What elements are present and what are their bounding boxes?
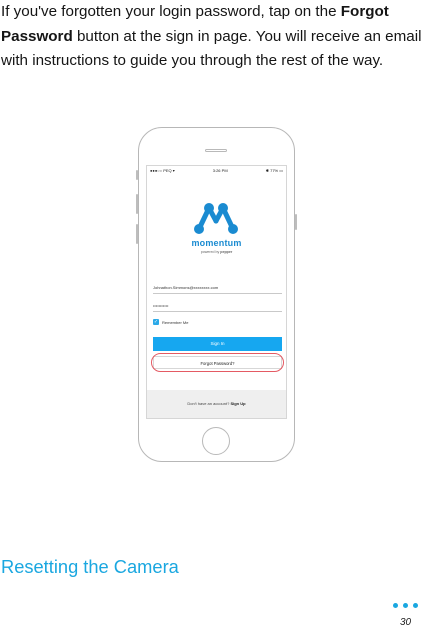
sign-up-link[interactable]: Sign Up [230,401,245,406]
status-time: 3:26 PM [212,168,228,173]
section-heading: Resetting the Camera [1,556,179,577]
signup-footer: Don't have an account? Sign Up [147,390,286,418]
momentum-logo-icon [194,203,238,234]
page-dots-decoration [393,603,418,608]
phone-volume-down [136,224,138,244]
dot-3 [413,603,418,608]
intro-paragraph: If you've forgotten your login password,… [1,0,423,74]
carrier-signal: ●●●○○ PEQ ▾ [150,168,175,173]
remember-me-label: Remember Me [162,319,189,325]
page-number: 30 [400,617,412,628]
powered-by-label: powered by pepper [147,250,286,254]
phone-mute-switch [136,170,138,180]
dot-2 [403,603,408,608]
intro-text-1: If you've forgotten your login password,… [1,3,341,20]
battery-indicator: ✱ 77% ▭ [265,168,283,173]
forgot-password-highlight [151,353,284,372]
password-field[interactable]: ••••••••••• [153,301,282,312]
no-account-text: Don't have an account? [187,401,230,406]
remember-me-row[interactable]: ✓ Remember Me [153,319,188,325]
phone-volume-up [136,194,138,214]
status-bar: ●●●○○ PEQ ▾ 3:26 PM ✱ 77% ▭ [147,166,286,175]
phone-mockup: ●●●○○ PEQ ▾ 3:26 PM ✱ 77% ▭ momentum pow… [136,127,297,462]
remember-me-checkbox[interactable]: ✓ [153,319,159,325]
dot-1 [393,603,398,608]
email-field[interactable]: Johnathon.Simmons@xxxxxxxx.com [153,283,282,294]
powered-by-brand: pepper [220,250,233,254]
phone-speaker [205,149,227,152]
powered-by-prefix: powered by [200,250,220,254]
sign-in-button[interactable]: Sign In [153,337,282,351]
phone-power-button [295,214,297,230]
phone-home-button [202,427,230,455]
login-screen: ●●●○○ PEQ ▾ 3:26 PM ✱ 77% ▭ momentum pow… [146,165,287,419]
brand-wordmark: momentum [191,238,242,248]
